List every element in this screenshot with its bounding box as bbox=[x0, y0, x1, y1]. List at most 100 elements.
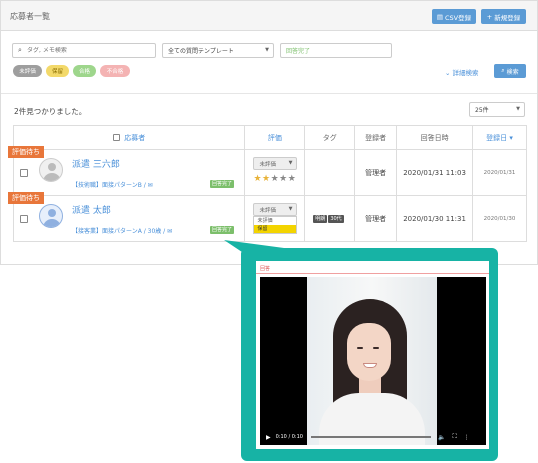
cell-registered: 2020/01/31 bbox=[472, 149, 527, 196]
cell-answered: 2020/01/30 11:31 bbox=[396, 195, 474, 242]
video-still-image bbox=[307, 277, 437, 445]
chevron-down-icon: ▼ bbox=[516, 106, 520, 112]
video-time: 0:10 / 0:10 bbox=[275, 434, 303, 440]
row-checkbox[interactable] bbox=[20, 169, 28, 177]
score-dropdown-list: 未評価 保留 bbox=[253, 216, 298, 234]
avatar bbox=[39, 158, 63, 182]
play-icon[interactable]: ▶ bbox=[266, 434, 271, 441]
star-icon[interactable]: ★ bbox=[279, 174, 288, 184]
plus-icon: + bbox=[486, 12, 493, 21]
search-input[interactable] bbox=[27, 47, 153, 54]
detail-search-link[interactable]: ⌄ 詳細検索 bbox=[445, 67, 479, 77]
applicant-meta: 【接客業】面接パターンA / 30歳 / ✉ bbox=[72, 228, 173, 235]
csv-register-button[interactable]: ▤ CSV登録 bbox=[432, 9, 476, 24]
cell-score: 未評価 ▼ ★★★★★ bbox=[244, 149, 306, 196]
cell-tags: 明朗 30代 bbox=[304, 195, 356, 242]
divider bbox=[256, 273, 489, 274]
cell-tags bbox=[304, 149, 356, 196]
select-all-checkbox[interactable] bbox=[113, 134, 121, 141]
filter-chip-fail[interactable]: 不合格 bbox=[100, 65, 130, 77]
sort-down-icon: ▾ bbox=[509, 133, 513, 142]
header-name[interactable]: 応募者 bbox=[12, 125, 246, 150]
score-select-value: 未評価 bbox=[259, 207, 276, 214]
status-badge: 回答完了 bbox=[210, 180, 235, 188]
header-registrar: 登録者 bbox=[354, 125, 398, 150]
dropdown-option-selected[interactable]: 保留 bbox=[254, 225, 297, 233]
star-icon[interactable]: ★ bbox=[262, 174, 271, 184]
row-checkbox[interactable] bbox=[20, 215, 28, 223]
status-select[interactable]: 回答完了 bbox=[280, 43, 392, 58]
header-registrar-label: 登録者 bbox=[365, 133, 387, 142]
table-header-row: 応募者 評価 タグ 登録者 回答日時 登録日 ▾ bbox=[12, 125, 527, 150]
template-select[interactable]: 全ての質問テンプレート ▼ bbox=[162, 43, 274, 58]
cell-registrar: 管理者 bbox=[354, 149, 398, 196]
applicant-name-link[interactable]: 派遣 三六郎 bbox=[72, 157, 120, 170]
pending-ribbon: 評価待ち bbox=[8, 146, 44, 158]
filter-chip-hold[interactable]: 保留 bbox=[46, 65, 69, 77]
star-rating[interactable]: ★★★★★ bbox=[253, 174, 296, 184]
per-page-value: 25件 bbox=[475, 107, 489, 114]
cell-registered: 2020/01/30 bbox=[472, 195, 527, 242]
star-icon[interactable]: ★ bbox=[271, 174, 280, 184]
video-progress-bar[interactable] bbox=[310, 436, 431, 438]
applicant-table: 応募者 評価 タグ 登録者 回答日時 登録日 ▾ 評価待ち 派遣 三六郎 【技術… bbox=[8, 125, 527, 242]
search-box[interactable]: ⌕ bbox=[12, 43, 156, 58]
table-row: 評価待ち 派遣 太郎 【接客業】面接パターンA / 30歳 / ✉ 回答完了 未… bbox=[8, 192, 527, 242]
chevron-down-icon: ▼ bbox=[288, 206, 293, 212]
detail-search-label: 詳細検索 bbox=[452, 69, 479, 77]
pending-ribbon: 評価待ち bbox=[8, 192, 44, 204]
answer-label: 回答 bbox=[260, 266, 271, 272]
page-title: 応募者一覧 bbox=[10, 12, 50, 21]
applicant-name-link[interactable]: 派遣 太郎 bbox=[72, 203, 111, 216]
search-icon: ⌕ bbox=[501, 67, 505, 74]
per-page-select[interactable]: 25件 ▼ bbox=[469, 102, 525, 117]
search-button[interactable]: ⌕ 検索 bbox=[494, 64, 526, 78]
status-badge: 回答完了 bbox=[210, 226, 235, 234]
file-icon: ▤ bbox=[436, 12, 444, 21]
answer-video[interactable]: ▶ 0:10 / 0:10 🔈 ⛶ ⋮ bbox=[260, 277, 486, 445]
cell-registrar: 管理者 bbox=[354, 195, 398, 242]
cell-applicant: 評価待ち 派遣 三六郎 【技術職】面接パターンB / ✉ 回答完了 bbox=[8, 146, 246, 196]
applicant-list-panel: 応募者一覧 ▤ CSV登録 + 新規登録 ⌕ 全ての質問テンプレート ▼ 回答完… bbox=[0, 0, 538, 265]
search-icon: ⌕ bbox=[18, 46, 22, 54]
panel-header: 応募者一覧 ▤ CSV登録 + 新規登録 bbox=[1, 1, 537, 31]
filter-chip-unrated[interactable]: 未評価 bbox=[13, 65, 42, 77]
tag-badge: 明朗 bbox=[313, 215, 328, 223]
header-score-label: 評価 bbox=[267, 133, 282, 142]
table-row: 評価待ち 派遣 三六郎 【技術職】面接パターンB / ✉ 回答完了 未評価 ▼ … bbox=[8, 146, 527, 196]
header-registered-label: 登録日 bbox=[486, 133, 508, 142]
header-answered-label: 回答日時 bbox=[420, 133, 449, 142]
cell-score: 未評価 ▼ 未評価 保留 bbox=[244, 195, 306, 242]
search-button-label: 検索 bbox=[506, 68, 519, 76]
score-select[interactable]: 未評価 ▼ bbox=[253, 157, 298, 170]
video-frame: 回答 ▶ 0:10 / 0:10 🔈 ⛶ ⋮ bbox=[256, 261, 489, 449]
score-select-value: 未評価 bbox=[259, 161, 276, 168]
cell-applicant: 評価待ち 派遣 太郎 【接客業】面接パターンA / 30歳 / ✉ 回答完了 bbox=[8, 192, 246, 242]
new-register-button[interactable]: + 新規登録 bbox=[481, 9, 526, 24]
score-select[interactable]: 未評価 ▼ bbox=[253, 203, 298, 216]
header-registered[interactable]: 登録日 ▾ bbox=[472, 125, 527, 150]
video-controls: ▶ 0:10 / 0:10 🔈 ⛶ ⋮ bbox=[260, 429, 486, 445]
dropdown-option[interactable]: 未評価 bbox=[254, 217, 296, 225]
header-name-label: 応募者 bbox=[124, 133, 146, 142]
divider bbox=[1, 93, 537, 94]
header-score[interactable]: 評価 bbox=[244, 125, 306, 150]
status-select-value: 回答完了 bbox=[286, 48, 311, 55]
applicant-meta: 【技術職】面接パターンB / ✉ bbox=[72, 182, 153, 189]
avatar bbox=[39, 204, 63, 228]
cell-answered: 2020/01/31 11:03 bbox=[396, 149, 474, 196]
header-tag: タグ bbox=[304, 125, 356, 150]
csv-register-label: CSV登録 bbox=[445, 13, 472, 22]
filter-chip-pass[interactable]: 合格 bbox=[73, 65, 96, 77]
volume-icon[interactable]: 🔈 bbox=[438, 434, 445, 441]
template-select-value: 全ての質問テンプレート bbox=[168, 48, 234, 55]
star-icon[interactable]: ★ bbox=[253, 174, 262, 184]
header-answered: 回答日時 bbox=[396, 125, 474, 150]
fullscreen-icon[interactable]: ⛶ bbox=[452, 433, 456, 441]
tag-badge: 30代 bbox=[328, 215, 344, 223]
star-icon[interactable]: ★ bbox=[288, 174, 297, 184]
result-count: 2件見つかりました。 bbox=[14, 107, 87, 116]
more-options-icon[interactable]: ⋮ bbox=[464, 434, 470, 441]
new-register-label: 新規登録 bbox=[494, 13, 521, 22]
chevron-down-icon: ▼ bbox=[265, 47, 269, 53]
